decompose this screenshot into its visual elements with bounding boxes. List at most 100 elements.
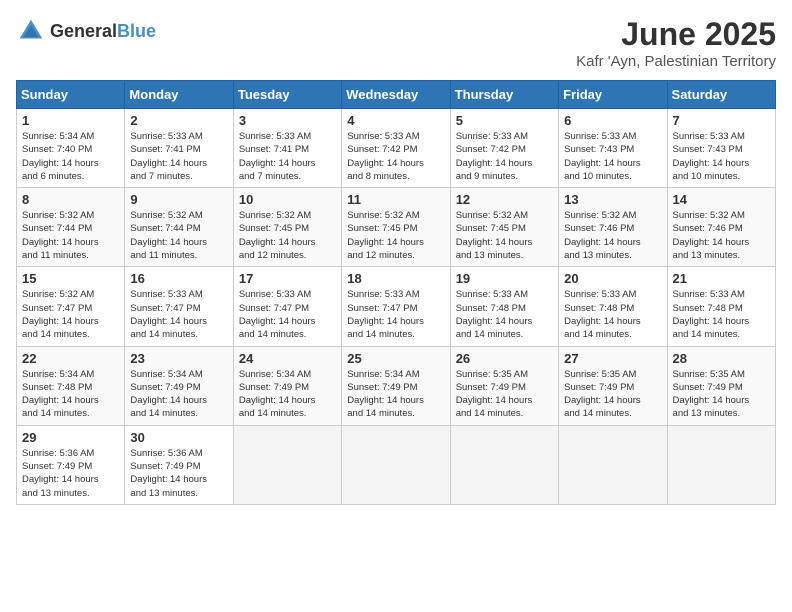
day-info: Sunrise: 5:34 AM Sunset: 7:49 PM Dayligh… <box>347 368 444 421</box>
day-info: Sunrise: 5:32 AM Sunset: 7:44 PM Dayligh… <box>130 209 227 262</box>
day-number: 20 <box>564 271 661 286</box>
day-info: Sunrise: 5:35 AM Sunset: 7:49 PM Dayligh… <box>673 368 770 421</box>
calendar-week-row: 1 Sunrise: 5:34 AM Sunset: 7:40 PM Daylig… <box>17 109 776 188</box>
day-number: 5 <box>456 113 553 128</box>
calendar-cell: 4Sunrise: 5:33 AM Sunset: 7:42 PM Daylig… <box>342 109 450 188</box>
logo-blue: Blue <box>117 21 156 41</box>
calendar-cell: 14Sunrise: 5:32 AM Sunset: 7:46 PM Dayli… <box>667 188 775 267</box>
day-number: 13 <box>564 192 661 207</box>
calendar-cell: 13 Sunrise: 5:32 AM Sunset: 7:46 PM Dayli… <box>559 188 667 267</box>
day-info: Sunrise: 5:34 AM Sunset: 7:48 PM Dayligh… <box>22 368 119 421</box>
day-info: Sunrise: 5:33 AM Sunset: 7:43 PM Dayligh… <box>564 130 661 183</box>
day-info: Sunrise: 5:32 AM Sunset: 7:47 PM Dayligh… <box>22 288 119 341</box>
calendar-cell: 3 Sunrise: 5:33 AM Sunset: 7:41 PM Daylig… <box>233 109 341 188</box>
day-number: 9 <box>130 192 227 207</box>
day-info: Sunrise: 5:33 AM Sunset: 7:47 PM Dayligh… <box>347 288 444 341</box>
calendar-cell <box>667 425 775 504</box>
col-header-monday: Monday <box>125 81 233 109</box>
day-number: 29 <box>22 430 119 445</box>
calendar-cell: 26Sunrise: 5:35 AM Sunset: 7:49 PM Dayli… <box>450 346 558 425</box>
calendar-cell: 18 Sunrise: 5:33 AM Sunset: 7:47 PM Dayli… <box>342 267 450 346</box>
day-info: Sunrise: 5:33 AM Sunset: 7:47 PM Dayligh… <box>130 288 227 341</box>
calendar-cell: 19 Sunrise: 5:33 AM Sunset: 7:48 PM Dayli… <box>450 267 558 346</box>
day-number: 15 <box>22 271 119 286</box>
calendar-cell: 11Sunrise: 5:32 AM Sunset: 7:45 PM Dayli… <box>342 188 450 267</box>
title-block: June 2025 Kafr 'Ayn, Palestinian Territo… <box>576 16 776 70</box>
col-header-wednesday: Wednesday <box>342 81 450 109</box>
calendar-cell: 8 Sunrise: 5:32 AM Sunset: 7:44 PM Daylig… <box>17 188 125 267</box>
calendar-cell: 21Sunrise: 5:33 AM Sunset: 7:48 PM Dayli… <box>667 267 775 346</box>
day-number: 19 <box>456 271 553 286</box>
calendar-cell: 2 Sunrise: 5:33 AM Sunset: 7:41 PM Daylig… <box>125 109 233 188</box>
day-info: Sunrise: 5:36 AM Sunset: 7:49 PM Dayligh… <box>22 447 119 500</box>
day-number: 1 <box>22 113 119 128</box>
day-info: Sunrise: 5:34 AM Sunset: 7:49 PM Dayligh… <box>239 368 336 421</box>
calendar-cell: 17 Sunrise: 5:33 AM Sunset: 7:47 PM Dayli… <box>233 267 341 346</box>
calendar-header-row: SundayMondayTuesdayWednesdayThursdayFrid… <box>17 81 776 109</box>
day-number: 10 <box>239 192 336 207</box>
col-header-sunday: Sunday <box>17 81 125 109</box>
calendar-cell: 30 Sunrise: 5:36 AM Sunset: 7:49 PM Dayli… <box>125 425 233 504</box>
day-number: 3 <box>239 113 336 128</box>
calendar-cell: 24 Sunrise: 5:34 AM Sunset: 7:49 PM Dayli… <box>233 346 341 425</box>
day-number: 26 <box>456 351 553 366</box>
day-info: Sunrise: 5:33 AM Sunset: 7:41 PM Dayligh… <box>239 130 336 183</box>
calendar-cell: 25 Sunrise: 5:34 AM Sunset: 7:49 PM Dayli… <box>342 346 450 425</box>
calendar-cell: 22 Sunrise: 5:34 AM Sunset: 7:48 PM Dayli… <box>17 346 125 425</box>
calendar-cell <box>233 425 341 504</box>
calendar-cell: 6 Sunrise: 5:33 AM Sunset: 7:43 PM Daylig… <box>559 109 667 188</box>
day-number: 6 <box>564 113 661 128</box>
calendar-week-row: 15 Sunrise: 5:32 AM Sunset: 7:47 PM Dayli… <box>17 267 776 346</box>
col-header-friday: Friday <box>559 81 667 109</box>
day-number: 21 <box>673 271 770 286</box>
day-number: 2 <box>130 113 227 128</box>
calendar-cell: 29 Sunrise: 5:36 AM Sunset: 7:49 PM Dayli… <box>17 425 125 504</box>
calendar-cell: 16Sunrise: 5:33 AM Sunset: 7:47 PM Dayli… <box>125 267 233 346</box>
day-number: 18 <box>347 271 444 286</box>
calendar-cell: 10 Sunrise: 5:32 AM Sunset: 7:45 PM Dayli… <box>233 188 341 267</box>
calendar-cell: 5Sunrise: 5:33 AM Sunset: 7:42 PM Daylig… <box>450 109 558 188</box>
day-number: 23 <box>130 351 227 366</box>
calendar-table: SundayMondayTuesdayWednesdayThursdayFrid… <box>16 80 776 505</box>
day-info: Sunrise: 5:33 AM Sunset: 7:47 PM Dayligh… <box>239 288 336 341</box>
day-info: Sunrise: 5:32 AM Sunset: 7:45 PM Dayligh… <box>239 209 336 262</box>
day-info: Sunrise: 5:33 AM Sunset: 7:43 PM Dayligh… <box>673 130 770 183</box>
calendar-cell: 15 Sunrise: 5:32 AM Sunset: 7:47 PM Dayli… <box>17 267 125 346</box>
day-info: Sunrise: 5:33 AM Sunset: 7:48 PM Dayligh… <box>456 288 553 341</box>
day-number: 30 <box>130 430 227 445</box>
day-info: Sunrise: 5:32 AM Sunset: 7:45 PM Dayligh… <box>456 209 553 262</box>
day-info: Sunrise: 5:32 AM Sunset: 7:44 PM Dayligh… <box>22 209 119 262</box>
day-info: Sunrise: 5:33 AM Sunset: 7:48 PM Dayligh… <box>564 288 661 341</box>
day-info: Sunrise: 5:33 AM Sunset: 7:42 PM Dayligh… <box>347 130 444 183</box>
day-info: Sunrise: 5:34 AM Sunset: 7:40 PM Dayligh… <box>22 130 119 183</box>
calendar-cell: 1 Sunrise: 5:34 AM Sunset: 7:40 PM Daylig… <box>17 109 125 188</box>
day-info: Sunrise: 5:34 AM Sunset: 7:49 PM Dayligh… <box>130 368 227 421</box>
day-number: 12 <box>456 192 553 207</box>
day-number: 7 <box>673 113 770 128</box>
logo-icon <box>16 16 46 46</box>
day-number: 27 <box>564 351 661 366</box>
page-subtitle: Kafr 'Ayn, Palestinian Territory <box>576 53 776 70</box>
day-number: 24 <box>239 351 336 366</box>
calendar-cell <box>342 425 450 504</box>
logo-general: General <box>50 21 117 41</box>
day-number: 8 <box>22 192 119 207</box>
calendar-cell: 27 Sunrise: 5:35 AM Sunset: 7:49 PM Dayli… <box>559 346 667 425</box>
day-info: Sunrise: 5:35 AM Sunset: 7:49 PM Dayligh… <box>564 368 661 421</box>
col-header-thursday: Thursday <box>450 81 558 109</box>
calendar-cell: 20 Sunrise: 5:33 AM Sunset: 7:48 PM Dayli… <box>559 267 667 346</box>
day-number: 11 <box>347 192 444 207</box>
day-info: Sunrise: 5:36 AM Sunset: 7:49 PM Dayligh… <box>130 447 227 500</box>
calendar-week-row: 22 Sunrise: 5:34 AM Sunset: 7:48 PM Dayli… <box>17 346 776 425</box>
day-number: 17 <box>239 271 336 286</box>
day-info: Sunrise: 5:32 AM Sunset: 7:46 PM Dayligh… <box>564 209 661 262</box>
calendar-cell <box>450 425 558 504</box>
day-info: Sunrise: 5:32 AM Sunset: 7:46 PM Dayligh… <box>673 209 770 262</box>
calendar-week-row: 8 Sunrise: 5:32 AM Sunset: 7:44 PM Daylig… <box>17 188 776 267</box>
logo: GeneralBlue <box>16 16 156 46</box>
day-number: 22 <box>22 351 119 366</box>
logo-text: GeneralBlue <box>50 21 156 42</box>
day-number: 25 <box>347 351 444 366</box>
calendar-cell: 9 Sunrise: 5:32 AM Sunset: 7:44 PM Daylig… <box>125 188 233 267</box>
day-info: Sunrise: 5:33 AM Sunset: 7:41 PM Dayligh… <box>130 130 227 183</box>
